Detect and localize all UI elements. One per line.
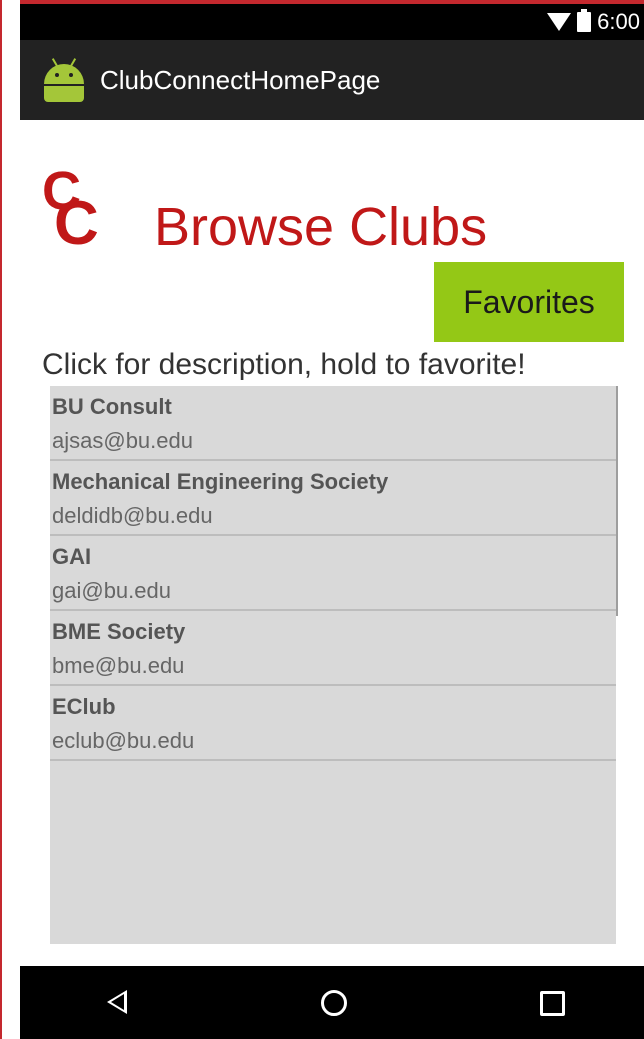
app-title: ClubConnectHomePage xyxy=(100,64,381,95)
club-email: eclub@bu.edu xyxy=(52,728,195,753)
favorites-button[interactable]: Favorites xyxy=(434,262,624,342)
list-item[interactable]: BME Society bme@bu.edu xyxy=(50,611,616,686)
club-email: gai@bu.edu xyxy=(52,578,171,603)
battery-icon xyxy=(577,9,592,32)
page-title: Browse Clubs xyxy=(154,197,488,257)
club-name: EClub xyxy=(52,694,116,719)
main-content: C C Browse Clubs Favorites Click for des… xyxy=(20,120,644,966)
home-icon[interactable] xyxy=(321,990,347,1016)
club-name: Mechanical Engineering Society xyxy=(52,469,389,494)
status-time: 6:00 xyxy=(597,9,640,34)
list-item[interactable]: Mechanical Engineering Society deldidb@b… xyxy=(50,461,616,536)
club-name: BME Society xyxy=(52,619,186,644)
navigation-bar xyxy=(20,966,644,1039)
recents-icon[interactable] xyxy=(540,991,565,1016)
frame-left-margin xyxy=(0,0,20,1039)
club-email: ajsas@bu.edu xyxy=(52,428,193,453)
club-name: GAI xyxy=(52,544,92,569)
club-name: BU Consult xyxy=(52,394,172,419)
frame-left-edge xyxy=(0,0,2,1039)
club-email: bme@bu.edu xyxy=(52,653,185,678)
instruction-text: Click for description, hold to favorite! xyxy=(42,348,526,381)
list-item[interactable]: EClub eclub@bu.edu xyxy=(50,686,616,761)
list-item[interactable]: GAI gai@bu.edu xyxy=(50,536,616,611)
list-scrollbar-edge xyxy=(616,386,618,616)
club-list[interactable]: BU Consult ajsas@bu.edu Mechanical Engin… xyxy=(50,386,618,944)
android-icon xyxy=(42,58,86,102)
club-connect-logo: C C xyxy=(42,161,99,258)
club-email: deldidb@bu.edu xyxy=(52,503,213,528)
status-icons xyxy=(547,9,592,32)
action-bar: ClubConnectHomePage xyxy=(20,40,644,120)
wifi-icon xyxy=(547,13,572,31)
status-bar: 6:00 xyxy=(20,4,644,40)
list-item[interactable]: BU Consult ajsas@bu.edu xyxy=(50,386,616,461)
